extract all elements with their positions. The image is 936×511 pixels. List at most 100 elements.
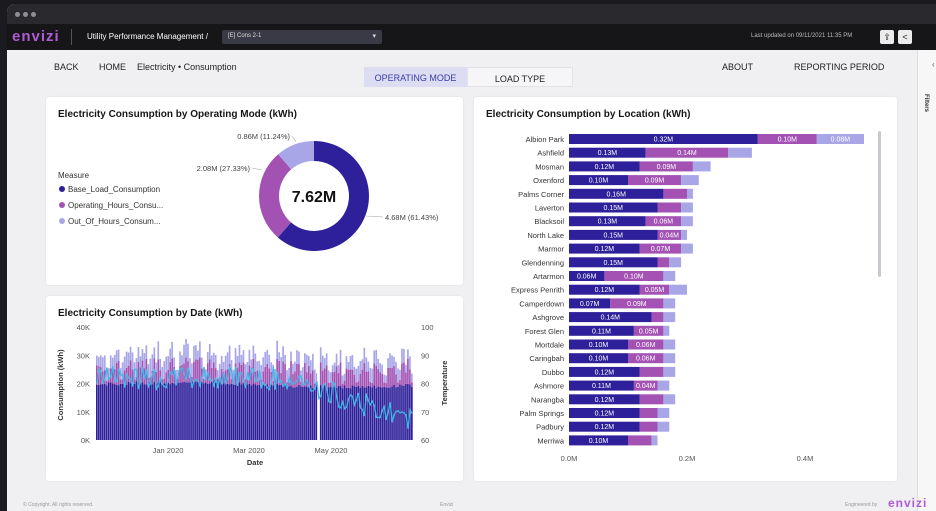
date-bar-base — [321, 387, 324, 440]
date-bar-base — [165, 383, 168, 440]
date-bar-base — [280, 385, 282, 440]
date-bar-base — [302, 387, 304, 440]
date-bar-out-of-hours — [357, 365, 360, 382]
date-bar-base — [278, 385, 280, 440]
date-bar-out-of-hours — [268, 354, 271, 369]
date-bar-out-of-hours — [383, 374, 385, 383]
date-bar-out-of-hours — [185, 339, 187, 358]
date-y2-tick: 80 — [421, 380, 429, 389]
date-bar-out-of-hours — [264, 352, 267, 367]
date-bar-operating — [127, 365, 130, 382]
date-bar-operating — [202, 378, 205, 384]
date-bar-base — [97, 384, 100, 440]
filters-label[interactable]: Filters — [923, 94, 929, 112]
footer: © Copyright. All rights reserved. Envizi… — [7, 496, 936, 511]
date-bar-out-of-hours — [234, 348, 237, 364]
date-bar-out-of-hours — [304, 353, 306, 363]
date-bar-base — [345, 387, 348, 440]
date-bar-operating — [385, 382, 387, 388]
date-bar-base — [286, 386, 288, 440]
date-bar-operating — [377, 369, 380, 387]
date-bar-out-of-hours — [278, 352, 280, 361]
date-bar-base — [226, 383, 229, 440]
date-bar-operating — [258, 380, 261, 385]
date-bar-base — [294, 387, 296, 440]
date-bar-operating — [345, 368, 348, 388]
date-bar-base — [161, 383, 164, 440]
date-bar-base — [276, 384, 278, 440]
date-bar-base — [159, 382, 162, 440]
date-bar-out-of-hours — [270, 362, 273, 372]
date-bar-base — [195, 381, 197, 440]
date-bar-out-of-hours — [294, 361, 296, 372]
date-bar-base — [268, 386, 271, 440]
date-bar-operating — [327, 382, 330, 388]
date-bar-out-of-hours — [238, 344, 241, 363]
date-bar-out-of-hours — [226, 352, 229, 370]
date-bar-out-of-hours — [286, 370, 288, 383]
date-bar-base — [187, 382, 189, 440]
date-bar-base — [137, 382, 140, 440]
date-bar-out-of-hours — [165, 356, 168, 373]
date-bar-base — [96, 384, 98, 440]
date-bar-operating — [343, 380, 346, 386]
date-bar-out-of-hours — [201, 357, 203, 369]
date-bar-base — [393, 384, 395, 440]
date-bar-out-of-hours — [367, 361, 370, 372]
date-bar-base — [298, 384, 300, 440]
date-bar-base — [250, 385, 253, 440]
date-bar-base — [290, 385, 292, 440]
date-bar-out-of-hours — [345, 356, 348, 369]
date-bar-out-of-hours — [210, 355, 213, 368]
date-bar-base — [270, 384, 273, 440]
date-bar-base — [181, 382, 183, 440]
date-bar-base — [135, 381, 138, 440]
date-bar-out-of-hours — [361, 359, 364, 370]
date-bar-out-of-hours — [141, 349, 144, 361]
date-x-tick: Mar 2020 — [233, 446, 265, 455]
chevron-left-icon[interactable]: ‹ — [932, 60, 935, 69]
date-bar-out-of-hours — [123, 356, 126, 371]
date-bar-base — [175, 383, 177, 440]
date-bar-out-of-hours — [389, 353, 391, 368]
date-bar-out-of-hours — [337, 365, 340, 374]
date-combo-chart[interactable]: 0K 10K 20K 30K 40K 60 70 80 90 100 Jan 2020 Mar 202… — [7, 4, 936, 511]
date-bar-operating — [367, 371, 370, 386]
date-bar-base — [341, 388, 344, 440]
date-bar-out-of-hours — [169, 348, 171, 363]
date-y2-tick: 60 — [421, 436, 429, 445]
date-bar-base — [343, 385, 346, 440]
date-bar-out-of-hours — [351, 354, 354, 370]
date-bar-operating — [379, 372, 382, 387]
date-bar-operating — [337, 373, 340, 386]
date-bar-base — [167, 382, 170, 440]
date-bar-base — [258, 384, 261, 440]
date-y-tick: 40K — [77, 323, 90, 332]
date-bar-base — [189, 382, 191, 440]
date-bar-base — [105, 385, 108, 440]
date-bar-base — [153, 382, 156, 440]
filter-panel[interactable]: ‹ — [917, 50, 936, 511]
date-bar-base — [236, 384, 239, 440]
date-bar-out-of-hours — [375, 349, 378, 366]
date-bar-base — [206, 383, 209, 440]
date-y2-tick: 90 — [421, 351, 429, 360]
date-bar-operating — [105, 380, 108, 386]
date-bar-operating — [163, 378, 166, 384]
date-bar-out-of-hours — [359, 361, 362, 374]
date-bar-out-of-hours — [220, 355, 223, 369]
date-bar-base — [228, 384, 231, 440]
date-bar-operating — [298, 363, 300, 385]
date-bar-out-of-hours — [214, 355, 217, 369]
date-bar-out-of-hours — [181, 355, 183, 366]
date-bar-base — [252, 383, 255, 440]
date-bar-out-of-hours — [195, 345, 197, 360]
date-bar-out-of-hours — [309, 360, 312, 374]
date-bar-out-of-hours — [399, 370, 401, 381]
date-bar-base — [191, 381, 193, 440]
date-bar-base — [282, 386, 284, 440]
date-bar-operating — [212, 362, 215, 382]
date-bar-operating — [300, 381, 302, 387]
date-bar-operating — [351, 369, 354, 386]
date-bar-out-of-hours — [139, 356, 142, 368]
